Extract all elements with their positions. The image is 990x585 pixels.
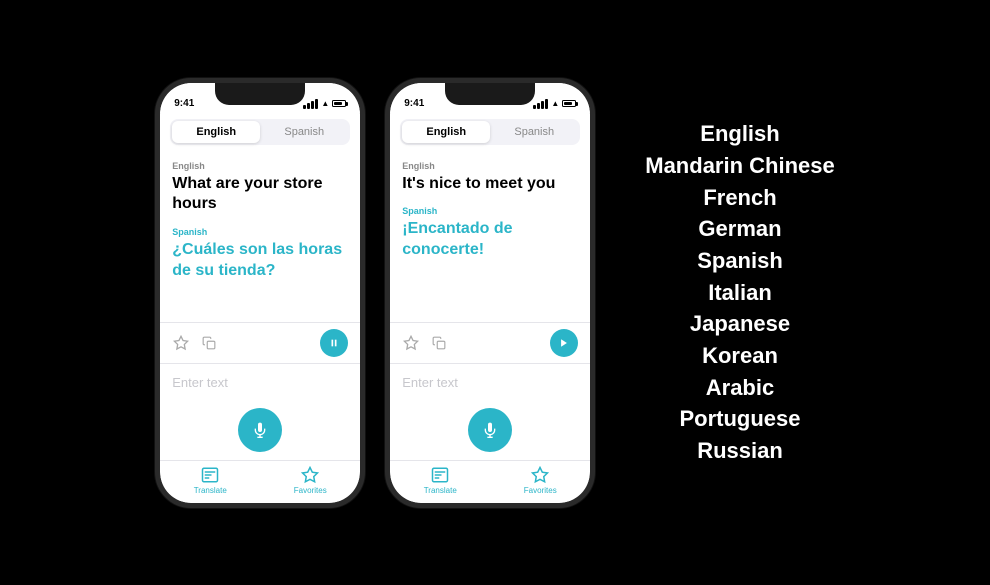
content-area-1: English What are your store hours Spanis… — [160, 151, 360, 322]
mic-button-1[interactable] — [238, 408, 282, 452]
wifi-icon: ▲ — [321, 99, 329, 108]
content-area-2: English It's nice to meet you Spanish ¡E… — [390, 151, 590, 322]
nav-favorites-label-2: Favorites — [524, 486, 557, 495]
copy-icon-2[interactable] — [430, 334, 448, 352]
english-text-1: What are your store hours — [172, 174, 348, 216]
action-row-1 — [160, 322, 360, 363]
nav-translate-2[interactable]: Translate — [390, 466, 490, 495]
mic-area-1 — [160, 402, 360, 460]
action-row-2 — [390, 322, 590, 363]
bottom-nav-1: Translate Favorites — [160, 460, 360, 503]
language-tabs-1: English Spanish — [170, 119, 350, 145]
lang-item-8: Arabic — [706, 373, 774, 403]
nav-favorites-label-1: Favorites — [294, 486, 327, 495]
lang-item-9: Portuguese — [679, 404, 800, 434]
enter-text-placeholder-2: Enter text — [402, 375, 458, 390]
status-icons-2: ▲ — [533, 99, 576, 109]
spanish-label-1: Spanish — [172, 227, 348, 237]
nav-translate-1[interactable]: Translate — [160, 466, 260, 495]
nav-favorites-2[interactable]: Favorites — [490, 466, 590, 495]
action-icons-left-2 — [402, 334, 448, 352]
spanish-text-1: ¿Cuáles son las horas de su tienda? — [172, 240, 348, 282]
tab-spanish-1[interactable]: Spanish — [260, 121, 348, 143]
phone-2: 9:41 ▲ English Spanish — [385, 78, 595, 508]
main-container: 9:41 ▲ English Spanish — [0, 0, 990, 585]
english-label-2: English — [402, 161, 578, 171]
notch-1 — [215, 83, 305, 105]
nav-translate-label-1: Translate — [194, 486, 227, 495]
lang-item-3: German — [698, 214, 781, 244]
battery-icon — [332, 100, 346, 107]
action-icons-left-1 — [172, 334, 218, 352]
lang-item-7: Korean — [702, 341, 778, 371]
spanish-label-2: Spanish — [402, 206, 578, 216]
mic-button-2[interactable] — [468, 408, 512, 452]
tab-english-2[interactable]: English — [402, 121, 490, 143]
text-input-area-2[interactable]: Enter text — [390, 364, 590, 402]
pause-button-1[interactable] — [320, 329, 348, 357]
lang-item-1: Mandarin Chinese — [645, 151, 834, 181]
status-time-1: 9:41 — [174, 98, 194, 109]
translate-icon-2 — [431, 466, 449, 484]
notch-2 — [445, 83, 535, 105]
text-input-area-1[interactable]: Enter text — [160, 364, 360, 402]
enter-text-placeholder-1: Enter text — [172, 375, 228, 390]
spanish-text-2: ¡Encantado de conocerte! — [402, 219, 578, 261]
lang-item-6: Japanese — [690, 309, 790, 339]
translate-icon-1 — [201, 466, 219, 484]
status-time-2: 9:41 — [404, 98, 424, 109]
language-tabs-2: English Spanish — [400, 119, 580, 145]
favorites-icon-2 — [531, 466, 549, 484]
nav-translate-label-2: Translate — [424, 486, 457, 495]
english-label-1: English — [172, 161, 348, 171]
signal-icon — [303, 99, 318, 109]
phone-1: 9:41 ▲ English Spanish — [155, 78, 365, 508]
play-button-2[interactable] — [550, 329, 578, 357]
nav-favorites-1[interactable]: Favorites — [260, 466, 360, 495]
favorites-icon-1 — [301, 466, 319, 484]
lang-item-4: Spanish — [697, 246, 783, 276]
wifi-icon-2: ▲ — [551, 99, 559, 108]
lang-item-2: French — [703, 183, 776, 213]
star-icon-1[interactable] — [172, 334, 190, 352]
bottom-nav-2: Translate Favorites — [390, 460, 590, 503]
mic-area-2 — [390, 402, 590, 460]
lang-item-0: English — [700, 119, 779, 149]
tab-english-1[interactable]: English — [172, 121, 260, 143]
star-icon-2[interactable] — [402, 334, 420, 352]
lang-item-10: Russian — [697, 436, 783, 466]
signal-icon-2 — [533, 99, 548, 109]
language-list: English Mandarin Chinese French German S… — [645, 119, 834, 466]
english-text-2: It's nice to meet you — [402, 174, 578, 195]
battery-icon-2 — [562, 100, 576, 107]
copy-icon-1[interactable] — [200, 334, 218, 352]
status-icons-1: ▲ — [303, 99, 346, 109]
tab-spanish-2[interactable]: Spanish — [490, 121, 578, 143]
lang-item-5: Italian — [708, 278, 772, 308]
